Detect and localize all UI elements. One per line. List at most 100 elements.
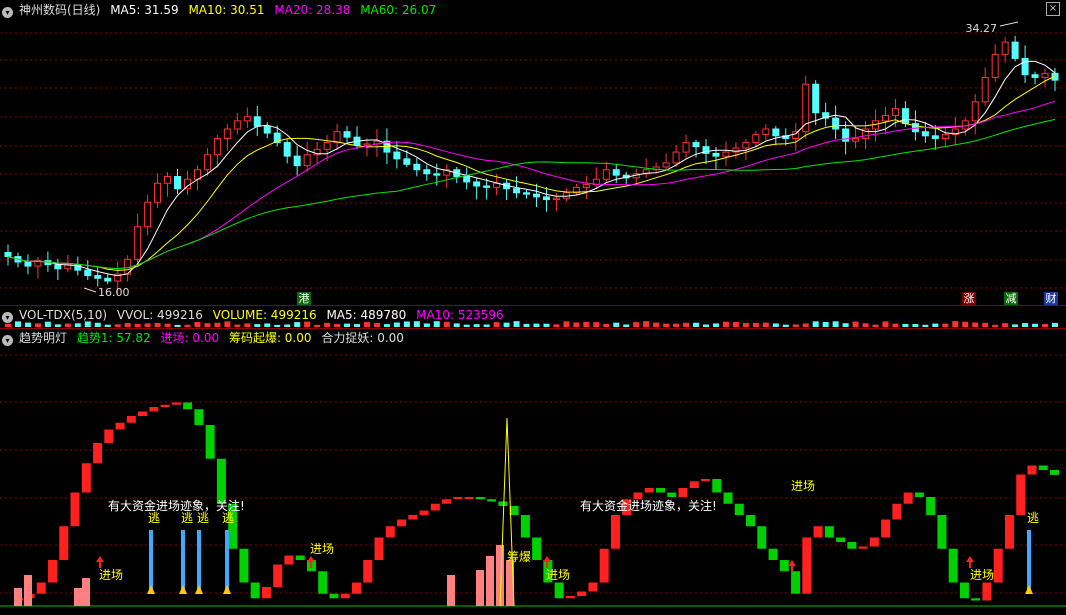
candle-body (792, 131, 800, 139)
candle-body (413, 163, 421, 171)
trend-segment (273, 564, 283, 587)
trend-segment (363, 560, 373, 583)
trend-segment (498, 501, 508, 506)
high-price-label: 34.27 (966, 22, 998, 35)
candle-body (532, 193, 540, 198)
trend-segment (81, 463, 91, 493)
volume-bar (194, 322, 201, 327)
trend-segment (397, 519, 407, 527)
trend-segment (374, 537, 384, 560)
trend-segment (442, 499, 452, 504)
volume-bar (623, 324, 630, 327)
trend-segment (791, 571, 801, 594)
volume-bar (812, 321, 819, 327)
trend-segment (813, 526, 823, 538)
candle-body (1031, 74, 1039, 78)
volume-bar (324, 322, 331, 327)
trend-segment (295, 555, 305, 560)
candle-body (243, 116, 251, 122)
trend-segment (554, 582, 564, 599)
volume-bar (593, 322, 600, 327)
candle-body (772, 128, 780, 137)
volume-bar (383, 324, 390, 327)
chip-bar (486, 556, 494, 606)
candle-body (253, 116, 261, 127)
trend-segment (1038, 465, 1048, 470)
volume-bar (84, 321, 91, 327)
candle-body (303, 154, 311, 167)
trend-segment (926, 497, 936, 515)
candle-body (881, 114, 889, 122)
volume-bar (74, 323, 81, 327)
enter-label: 进场 (791, 479, 815, 493)
volume-bar (34, 323, 41, 327)
volume-bar (1022, 323, 1029, 327)
trend-segment (36, 582, 46, 594)
volume-bar (952, 321, 959, 327)
ma10-line (7, 75, 1056, 271)
candle-body (722, 151, 730, 157)
volume-bar (693, 322, 700, 327)
candle-body (164, 176, 172, 184)
volume-bar (174, 324, 181, 327)
candle-body (233, 120, 241, 130)
trend-segment (667, 492, 677, 497)
trend-segment (284, 555, 294, 565)
ma60-line (7, 118, 1056, 270)
volume-bar (184, 324, 191, 327)
volume-bar (772, 323, 779, 327)
volume-bar (842, 323, 849, 327)
candle-body (712, 152, 720, 157)
trend-segment (1016, 474, 1026, 515)
trend-segment (149, 407, 159, 412)
trend-segment (712, 479, 722, 493)
volume-bar (344, 323, 351, 327)
candle-body (812, 83, 820, 114)
trend-segment (971, 598, 981, 601)
trend-segment (59, 526, 69, 560)
volume-bar (5, 323, 11, 327)
candle-body (682, 142, 690, 153)
volume-bar (613, 322, 620, 327)
candle-body (473, 181, 481, 187)
trend-segment (261, 587, 271, 599)
volume-bar (124, 323, 131, 327)
escape-bar (225, 530, 229, 590)
candle-body (802, 83, 810, 133)
volume-bar (802, 323, 809, 327)
volume-bar (892, 323, 899, 327)
low-price-label: 16.00 (98, 286, 130, 299)
trend-segment (599, 548, 609, 583)
event-label-zhang: 涨 (964, 292, 975, 305)
candle-body (1021, 57, 1029, 76)
volume-bar (493, 322, 500, 327)
escape-bar (1027, 530, 1031, 590)
escape-label: 逃 (1027, 511, 1039, 525)
chip-bar (74, 588, 82, 606)
trend-segment (487, 499, 497, 502)
volume-bar (244, 323, 251, 327)
trend-segment (779, 560, 789, 572)
trend-segment (216, 458, 226, 504)
enter-label: 进场 (970, 568, 994, 582)
volume-bar (752, 322, 759, 327)
volume-bar (314, 324, 321, 327)
candle-body (513, 188, 521, 194)
trend-segment (577, 591, 587, 596)
escape-marker (1025, 585, 1033, 594)
candle-body (672, 151, 680, 164)
escape-marker (179, 585, 187, 594)
candle-body (941, 133, 949, 140)
trend-segment (318, 571, 328, 594)
trend-segment (892, 503, 902, 520)
volume-bar (44, 321, 51, 327)
candle-body (1011, 41, 1019, 59)
escape-bar (149, 530, 153, 590)
volume-bar (782, 324, 789, 327)
volume-bar (334, 323, 341, 327)
trend-segment (993, 548, 1003, 583)
trend-segment (250, 582, 260, 599)
volume-bar (722, 321, 729, 327)
low-price-arrow (83, 287, 97, 293)
volume-bar (24, 322, 31, 327)
